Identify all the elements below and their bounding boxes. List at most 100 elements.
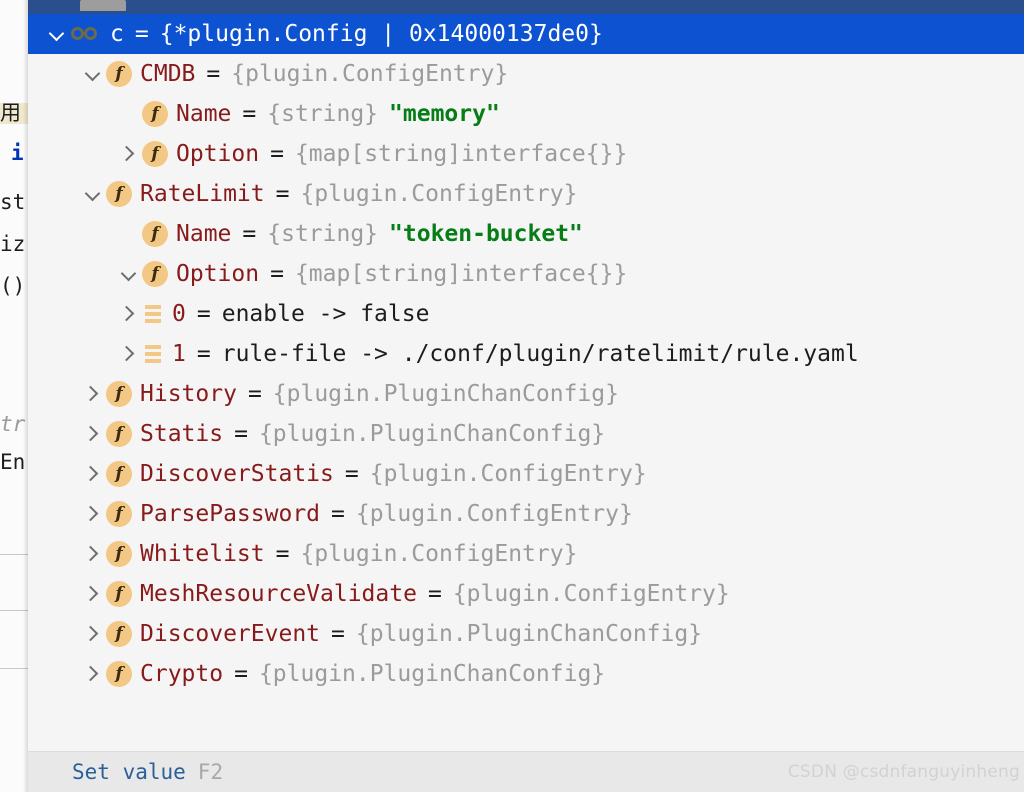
chevron-right-icon[interactable] bbox=[80, 534, 106, 574]
tree-row[interactable]: f Option = {map[string]interface{}} bbox=[28, 134, 1024, 174]
tree-row[interactable]: f Statis = {plugin.PluginChanConfig} bbox=[28, 414, 1024, 454]
set-value-shortcut: F2 bbox=[197, 760, 224, 784]
tree-row-equals: = bbox=[427, 581, 442, 607]
tree-row-equals: = bbox=[206, 61, 221, 87]
tree-row[interactable]: f MeshResourceValidate = {plugin.ConfigEntr… bbox=[28, 574, 1024, 614]
chevron-right-icon[interactable] bbox=[116, 134, 142, 174]
chevron-down-icon[interactable] bbox=[116, 254, 142, 294]
tree-row-type: {plugin.ConfigEntry} bbox=[369, 461, 647, 487]
tree-row-name: Statis bbox=[140, 421, 224, 447]
tree-row-equals: = bbox=[247, 381, 262, 407]
chevron-down-icon[interactable] bbox=[80, 174, 106, 214]
field-icon: f bbox=[142, 101, 168, 127]
field-icon: f bbox=[106, 381, 132, 407]
tree-twisty-placeholder bbox=[116, 214, 142, 254]
chevron-right-icon[interactable] bbox=[80, 654, 106, 694]
tree-row-type: {plugin.ConfigEntry} bbox=[231, 61, 509, 87]
tree-row-equals: = bbox=[196, 341, 211, 367]
chevron-right-icon[interactable] bbox=[80, 574, 106, 614]
tree-row-equals: = bbox=[134, 21, 149, 47]
tree-row-type: {plugin.PluginChanConfig} bbox=[272, 381, 619, 407]
debugger-inspect-window: 用 i st iz () tr En c = {*plugin.Config | 0… bbox=[0, 0, 1024, 792]
watch-glasses-icon bbox=[70, 21, 104, 47]
chevron-right-icon[interactable] bbox=[80, 454, 106, 494]
tree-row-type: {map[string]interface{}} bbox=[294, 261, 628, 287]
tree-row-type: {string} bbox=[267, 101, 379, 127]
tree-row-type: {plugin.PluginChanConfig} bbox=[355, 621, 703, 647]
chevron-down-icon[interactable] bbox=[80, 54, 106, 94]
tree-row-type: {*plugin.Config | 0x14000137de0} bbox=[159, 21, 603, 47]
tree-row-equals: = bbox=[344, 461, 359, 487]
tree-row-name: CMDB bbox=[140, 61, 196, 87]
field-icon: f bbox=[106, 621, 132, 647]
tree-row-type: {plugin.ConfigEntry} bbox=[300, 181, 578, 207]
tree-row-equals: = bbox=[242, 221, 257, 247]
tree-row-name: Option bbox=[176, 141, 260, 167]
tree-row[interactable]: c = {*plugin.Config | 0x14000137de0} bbox=[28, 14, 1024, 54]
tree-twisty-placeholder bbox=[116, 94, 142, 134]
field-icon: f bbox=[142, 221, 168, 247]
field-icon: f bbox=[106, 61, 132, 87]
tree-row-type: {string} bbox=[267, 221, 379, 247]
tree-row[interactable]: f Crypto = {plugin.PluginChanConfig} bbox=[28, 654, 1024, 694]
field-icon: f bbox=[106, 501, 132, 527]
tree-row[interactable]: 1 = rule-file -> ./conf/plugin/ratelimit/r… bbox=[28, 334, 1024, 374]
tree-row-type: {plugin.PluginChanConfig} bbox=[258, 661, 606, 687]
window-title-strip bbox=[28, 0, 1024, 14]
tree-row[interactable]: f Name = {string} "memory" bbox=[28, 94, 1024, 134]
tree-row[interactable]: f DiscoverEvent = {plugin.PluginChanConfig} bbox=[28, 614, 1024, 654]
tree-row-name: 1 bbox=[172, 341, 186, 367]
tree-row[interactable]: f Whitelist = {plugin.ConfigEntry} bbox=[28, 534, 1024, 574]
chevron-right-icon[interactable] bbox=[80, 494, 106, 534]
chevron-right-icon[interactable] bbox=[80, 414, 106, 454]
tree-row-name: c bbox=[110, 21, 124, 47]
field-icon: f bbox=[142, 141, 168, 167]
chevron-right-icon[interactable] bbox=[80, 614, 106, 654]
tree-row-equals: = bbox=[234, 661, 248, 687]
tree-row-name: MeshResourceValidate bbox=[140, 581, 417, 607]
tree-row-name: Whitelist bbox=[140, 541, 265, 567]
watermark: CSDN @csdnfanguyinheng bbox=[787, 762, 1020, 782]
tree-row-name: History bbox=[140, 381, 237, 407]
field-icon: f bbox=[106, 581, 132, 607]
tree-row[interactable]: f DiscoverStatis = {plugin.ConfigEntry} bbox=[28, 454, 1024, 494]
tree-row-value: "token-bucket" bbox=[389, 221, 583, 247]
set-value-action[interactable]: Set value bbox=[72, 760, 186, 784]
tree-row[interactable]: f History = {plugin.PluginChanConfig} bbox=[28, 374, 1024, 414]
map-entry-icon bbox=[142, 301, 164, 327]
field-icon: f bbox=[106, 541, 132, 567]
tree-row[interactable]: 0 = enable -> false bbox=[28, 294, 1024, 334]
tree-row[interactable]: f Name = {string} "token-bucket" bbox=[28, 214, 1024, 254]
field-icon: f bbox=[106, 421, 132, 447]
tree-row[interactable]: f Option = {map[string]interface{}} bbox=[28, 254, 1024, 294]
tree-row-equals: = bbox=[331, 621, 345, 647]
chevron-right-icon[interactable] bbox=[116, 294, 142, 334]
tree-row-name: RateLimit bbox=[140, 181, 265, 207]
field-icon: f bbox=[106, 461, 132, 487]
tree-row-name: Name bbox=[176, 101, 232, 127]
chevron-down-icon[interactable] bbox=[44, 14, 70, 54]
field-icon: f bbox=[142, 261, 168, 287]
tree-row-equals: = bbox=[270, 261, 284, 287]
tree-row-name: Name bbox=[176, 221, 232, 247]
tree-row-name: ParsePassword bbox=[140, 501, 321, 527]
chevron-right-icon[interactable] bbox=[80, 374, 106, 414]
tree-row-equals: = bbox=[331, 501, 345, 527]
tree-row-equals: = bbox=[234, 421, 248, 447]
tree-row-equals: = bbox=[270, 141, 284, 167]
tree-row-type: {plugin.ConfigEntry} bbox=[452, 581, 730, 607]
chevron-right-icon[interactable] bbox=[116, 334, 142, 374]
tree-row-type: {plugin.ConfigEntry} bbox=[300, 541, 578, 567]
variables-popup: c = {*plugin.Config | 0x14000137de0} f CMDB =… bbox=[28, 14, 1024, 792]
variables-tree[interactable]: c = {*plugin.Config | 0x14000137de0} f CMDB =… bbox=[28, 14, 1024, 752]
tree-row-equals: = bbox=[242, 101, 257, 127]
tree-row-type: {plugin.PluginChanConfig} bbox=[258, 421, 606, 447]
tree-row-name: Option bbox=[176, 261, 260, 287]
tree-row-equals: = bbox=[275, 181, 290, 207]
tree-row[interactable]: f ParsePassword = {plugin.ConfigEntry} bbox=[28, 494, 1024, 534]
tree-row-equals: = bbox=[196, 301, 211, 327]
tree-row[interactable]: f CMDB = {plugin.ConfigEntry} bbox=[28, 54, 1024, 94]
tree-row-name: 0 bbox=[172, 301, 186, 327]
tree-row[interactable]: f RateLimit = {plugin.ConfigEntry} bbox=[28, 174, 1024, 214]
status-bar: Set value F2 CSDN @csdnfanguyinheng bbox=[28, 751, 1024, 792]
